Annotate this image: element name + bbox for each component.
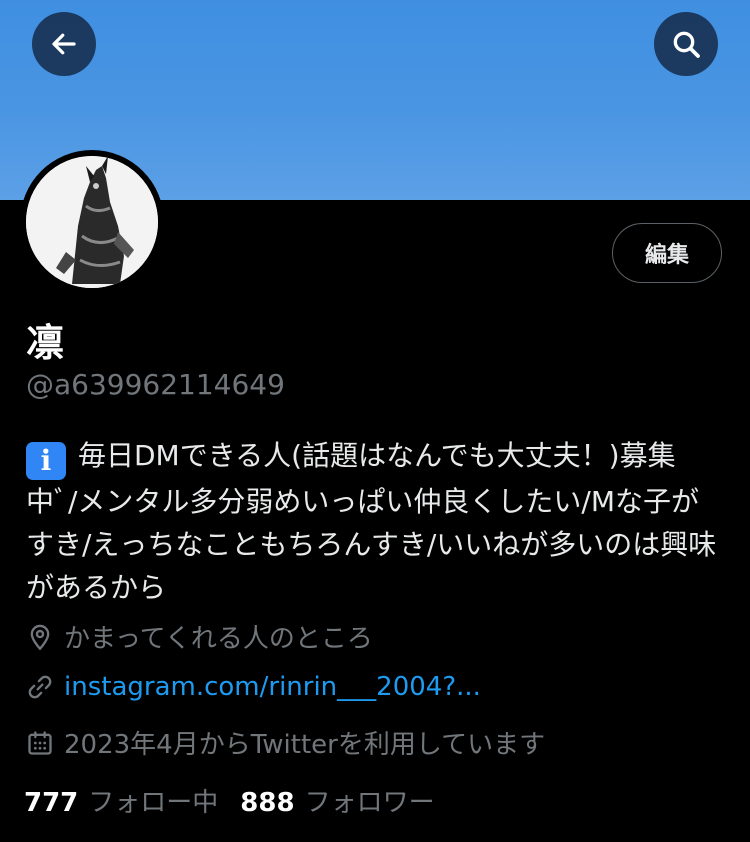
location-text: かまってくれる人のところ	[64, 624, 373, 654]
link-icon	[28, 675, 52, 699]
profile-stats: 777 フォロー中 888 フォロワー	[24, 782, 435, 819]
info-icon: i	[26, 442, 66, 480]
search-button[interactable]	[654, 12, 718, 76]
avatar[interactable]	[20, 150, 164, 294]
search-icon	[673, 31, 700, 58]
back-button[interactable]	[32, 12, 96, 76]
profile-link[interactable]: instagram.com/rinrin___2004?...	[26, 672, 481, 702]
followers-label: フォロワー	[304, 788, 435, 818]
profile-location: かまってくれる人のところ	[26, 618, 373, 655]
profile-handle: @a639962114649	[26, 368, 285, 401]
following-stat[interactable]: 777 フォロー中	[24, 782, 218, 819]
arrow-left-icon	[52, 33, 76, 55]
profile-bio: i 毎日DMできる人(話題はなんでも大丈夫！)募集中ﾞ/メンタル多分弱めいっぱい仲…	[26, 434, 726, 609]
profile-join-date: 2023年4月からTwitterを利用しています	[26, 724, 545, 761]
join-date-text: 2023年4月からTwitterを利用しています	[64, 730, 546, 760]
profile-name: 凛	[26, 321, 65, 365]
followers-count: 888	[240, 788, 295, 818]
calendar-icon	[28, 730, 52, 755]
following-label: フォロー中	[88, 788, 219, 818]
edit-profile-button[interactable]: 編集	[612, 223, 722, 283]
bio-text: 毎日DMできる人(話題はなんでも大丈夫！)募集中ﾞ/メンタル多分弱めいっぱい仲良…	[26, 439, 717, 604]
profile-page: 編集 凛 @a639962114649 i 毎日DMできる人(話題はなんでも大丈夫…	[0, 0, 750, 842]
followers-stat[interactable]: 888 フォロワー	[240, 782, 434, 819]
avatar-image	[26, 156, 158, 288]
link-text[interactable]: instagram.com/rinrin___2004?...	[64, 672, 481, 702]
location-pin-icon	[30, 624, 50, 650]
following-count: 777	[24, 788, 79, 818]
